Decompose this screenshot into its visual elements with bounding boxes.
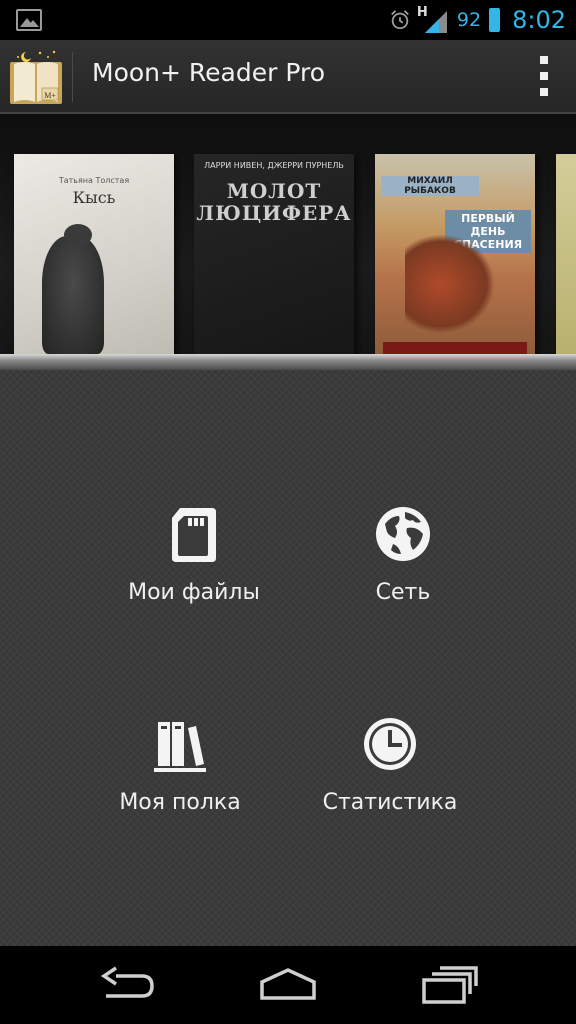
recent-apps-icon[interactable] [416, 964, 480, 1006]
status-icons: H 92 8:02 [389, 0, 566, 40]
alarm-clock-icon [391, 10, 409, 30]
logo-divider [72, 52, 73, 102]
battery-icon [489, 8, 501, 32]
book-title: Кысь [72, 188, 116, 207]
statistics-button[interactable]: Статистика [290, 714, 490, 834]
clock-icon [364, 718, 416, 770]
navigation-bar [0, 946, 576, 1024]
action-bar: M+ Moon+ Reader Pro [0, 40, 576, 114]
book-author: МИХАИЛ РЫБАКОВ [381, 176, 479, 196]
bookshelf: Татьяна Толстая Кысь ЛАРРИ НИВЕН, ДЖЕРРИ… [0, 114, 576, 370]
my-files-button[interactable]: Мои файлы [94, 504, 294, 624]
battery-percent: 92 [456, 9, 482, 31]
sd-card-icon [172, 508, 216, 562]
main-menu: Мои файлы Сеть Моя полка Статистика [0, 370, 576, 946]
book-author: Татьяна Толстая [58, 176, 130, 185]
book-title: МОЛОТ ЛЮЦИФЕРА [196, 179, 352, 225]
status-bar: H 92 8:02 [0, 0, 576, 40]
book-cover[interactable]: ЛАРРИ НИВЕН, ДЖЕРРИ ПУРНЕЛЬ МОЛОТ ЛЮЦИФЕ… [194, 154, 354, 362]
network-button[interactable]: Сеть [303, 504, 503, 624]
overflow-menu-icon[interactable] [538, 56, 550, 96]
shelf-board [0, 354, 576, 370]
network-type: H [416, 5, 428, 20]
book-cover[interactable]: МИХАИЛ РЫБАКОВ ПЕРВЫЙ ДЕНЬ СПАСЕНИЯ [375, 154, 535, 362]
book-cover[interactable] [556, 154, 576, 362]
app-title: Moon+ Reader Pro [92, 58, 325, 87]
book-cover[interactable]: Татьяна Толстая Кысь [14, 154, 174, 362]
picture-icon [16, 9, 42, 31]
clock-time: 8:02 [512, 6, 566, 34]
logo-text: M+ [44, 91, 56, 100]
network-label: Сеть [375, 580, 431, 605]
my-shelf-label: Моя полка [119, 790, 241, 815]
my-shelf-button[interactable]: Моя полка [80, 714, 280, 834]
signal-icon: H [416, 5, 449, 33]
globe-icon [376, 507, 430, 561]
book-author: ЛАРРИ НИВЕН, ДЖЕРРИ ПУРНЕЛЬ [204, 161, 344, 170]
back-icon[interactable] [96, 964, 160, 1006]
my-files-label: Мои файлы [128, 580, 260, 605]
books-icon [154, 722, 206, 772]
home-icon[interactable] [256, 964, 320, 1006]
moon-reader-book-icon[interactable]: M+ [8, 48, 64, 106]
statistics-label: Статистика [322, 790, 458, 815]
